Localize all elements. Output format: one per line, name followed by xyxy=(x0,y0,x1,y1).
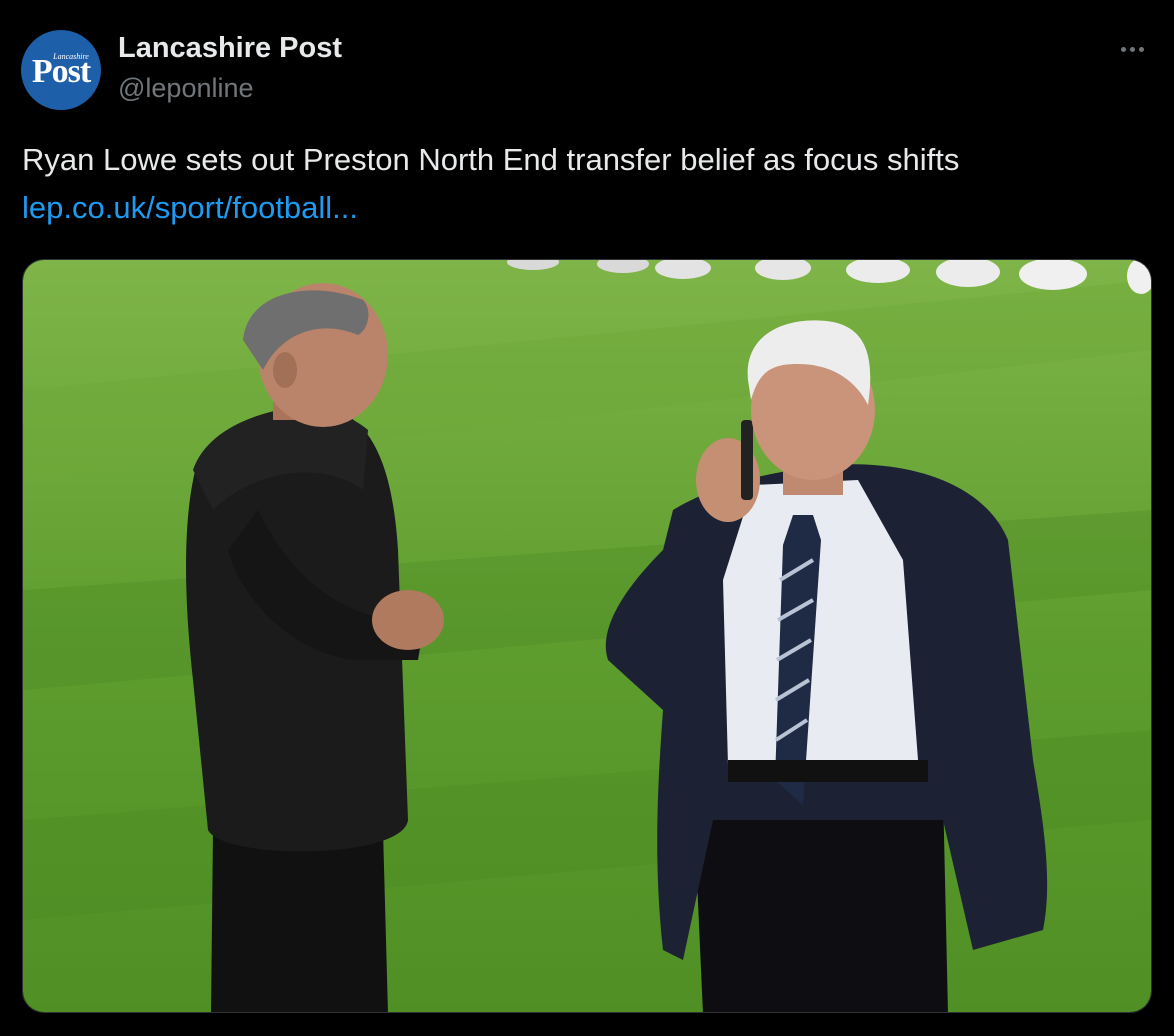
avatar-logo-main: Post xyxy=(31,52,91,90)
author-handle[interactable]: @leponline xyxy=(118,73,254,104)
tweet-media-photo[interactable] xyxy=(22,259,1152,1013)
more-horizontal-icon xyxy=(1120,46,1126,52)
more-horizontal-icon-dot xyxy=(1138,46,1144,52)
more-options-button[interactable] xyxy=(1110,34,1154,64)
author-display-name[interactable]: Lancashire Post xyxy=(118,32,342,65)
more-horizontal-icon-dot xyxy=(1129,46,1135,52)
avatar[interactable]: Lancashire Post xyxy=(21,30,101,110)
tweet-link[interactable]: lep.co.uk/sport/football... xyxy=(22,190,358,226)
tweet-card[interactable]: Lancashire Post Lancashire Post @leponli… xyxy=(0,0,1174,1036)
photo-illustration xyxy=(23,260,1151,1012)
tweet-text: Ryan Lowe sets out Preston North End tra… xyxy=(22,142,960,177)
